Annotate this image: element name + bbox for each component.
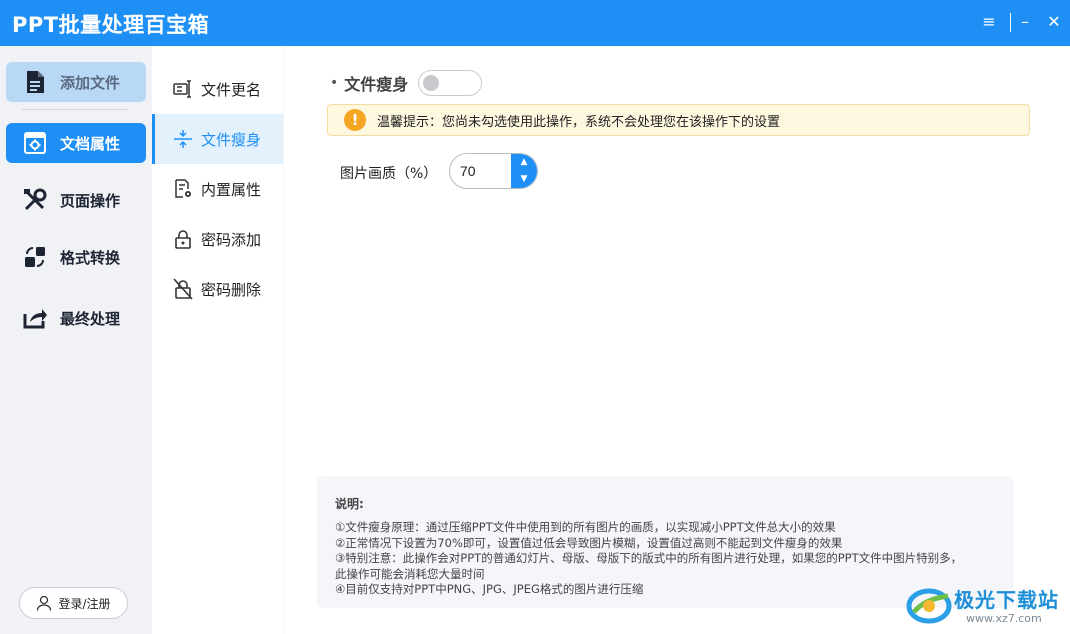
format-convert-icon <box>22 244 48 270</box>
subnav-item-label: 密码删除 <box>201 280 262 299</box>
sidebar: 添加文件 文档属性 页面操作 格式转换 最终处理 登录/注册 <box>0 46 152 634</box>
subnav-item-label: 内置属性 <box>201 180 262 199</box>
chevron-up-icon[interactable]: ▲ <box>511 154 537 171</box>
compress-icon <box>172 128 194 150</box>
quality-label: 图片画质（%） <box>340 166 438 182</box>
title-bar: PPT批量处理百宝箱 ≡ – ✕ <box>0 0 1070 46</box>
subnav-item-compress[interactable]: 文件瘦身 <box>152 114 283 164</box>
compress-option-label: 文件瘦身 <box>344 75 409 94</box>
sidebar-divider <box>22 109 128 110</box>
sidebar-item-final-processing[interactable]: 最终处理 <box>6 298 146 338</box>
close-icon[interactable]: ✕ <box>1042 10 1066 34</box>
compress-toggle[interactable] <box>418 70 483 96</box>
add-file-icon <box>22 69 48 95</box>
warning-text: 温馨提示：您尚未勾选使用此操作，系统不会处理您在该操作下的设置 <box>377 114 781 130</box>
document-properties-icon <box>22 130 48 156</box>
sidebar-item-label: 文档属性 <box>60 134 121 153</box>
watermark-url: www.xz7.com <box>966 612 1042 625</box>
menu-icon[interactable]: ≡ <box>977 10 1001 34</box>
sidebar-item-add-file[interactable]: 添加文件 <box>6 62 146 102</box>
unlock-icon <box>172 278 194 300</box>
warning-icon: ! <box>344 109 366 131</box>
sidebar-item-format-convert[interactable]: 格式转换 <box>6 237 146 277</box>
warning-notice: ! 温馨提示：您尚未勾选使用此操作，系统不会处理您在该操作下的设置 <box>327 104 1030 136</box>
subnav-item-label: 文件更名 <box>201 80 262 99</box>
subnav-item-remove-password[interactable]: 密码删除 <box>152 264 283 314</box>
share-icon <box>22 305 48 331</box>
titlebar-divider <box>1010 13 1011 32</box>
sidebar-item-label: 格式转换 <box>60 248 121 267</box>
lock-icon <box>172 228 194 250</box>
sidebar-item-label: 页面操作 <box>60 191 121 210</box>
description-title: 说明: <box>335 497 364 511</box>
quality-input[interactable] <box>450 154 512 188</box>
watermark-text: 极光下载站 <box>954 588 1059 612</box>
watermark-logo-icon <box>906 588 952 624</box>
watermark: 极光下载站 www.xz7.com <box>906 578 1066 630</box>
chevron-down-icon[interactable]: ▼ <box>511 171 537 188</box>
minimize-icon[interactable]: – <box>1013 10 1037 34</box>
stepper-arrows: ▲ ▼ <box>511 154 537 188</box>
description-line: ①文件瘦身原理：通过压缩PPT文件中使用到的所有图片的画质，以实现减小PPT文件… <box>335 520 836 534</box>
description-line: ②正常情况下设置为70%即可，设置值过低会导致图片模糊，设置值过高则不能起到文件… <box>335 535 843 550</box>
subnav-item-label: 文件瘦身 <box>201 130 262 149</box>
toggle-knob <box>423 75 440 91</box>
sidebar-item-label: 最终处理 <box>60 309 121 328</box>
quality-stepper: ▲ ▼ <box>449 153 538 189</box>
subnav-item-rename[interactable]: 文件更名 <box>152 64 283 114</box>
builtin-properties-icon <box>172 178 194 200</box>
sub-navigation: 文件更名 文件瘦身 内置属性 密码添加 密码删除 <box>152 46 284 634</box>
description-line: ③特别注意：此操作会对PPT的普通幻灯片、母版、母版下的版式中的所有图片进行处理… <box>335 551 963 565</box>
user-icon <box>36 595 52 611</box>
compress-option-row: • 文件瘦身 <box>330 70 483 96</box>
bullet: • <box>330 75 339 91</box>
login-button[interactable]: 登录/注册 <box>19 587 128 619</box>
sidebar-item-page-operations[interactable]: 页面操作 <box>6 180 146 220</box>
subnav-item-add-password[interactable]: 密码添加 <box>152 214 283 264</box>
tools-icon <box>22 187 48 213</box>
main-content: • 文件瘦身 ! 温馨提示：您尚未勾选使用此操作，系统不会处理您在该操作下的设置… <box>285 46 1070 634</box>
subnav-item-label: 密码添加 <box>201 230 262 249</box>
rename-icon <box>172 78 194 100</box>
app-title: PPT批量处理百宝箱 <box>12 13 210 37</box>
sidebar-item-document-properties[interactable]: 文档属性 <box>6 123 146 163</box>
sidebar-item-label: 添加文件 <box>60 73 121 92</box>
login-label: 登录/注册 <box>58 596 111 611</box>
subnav-item-builtin-properties[interactable]: 内置属性 <box>152 164 283 214</box>
